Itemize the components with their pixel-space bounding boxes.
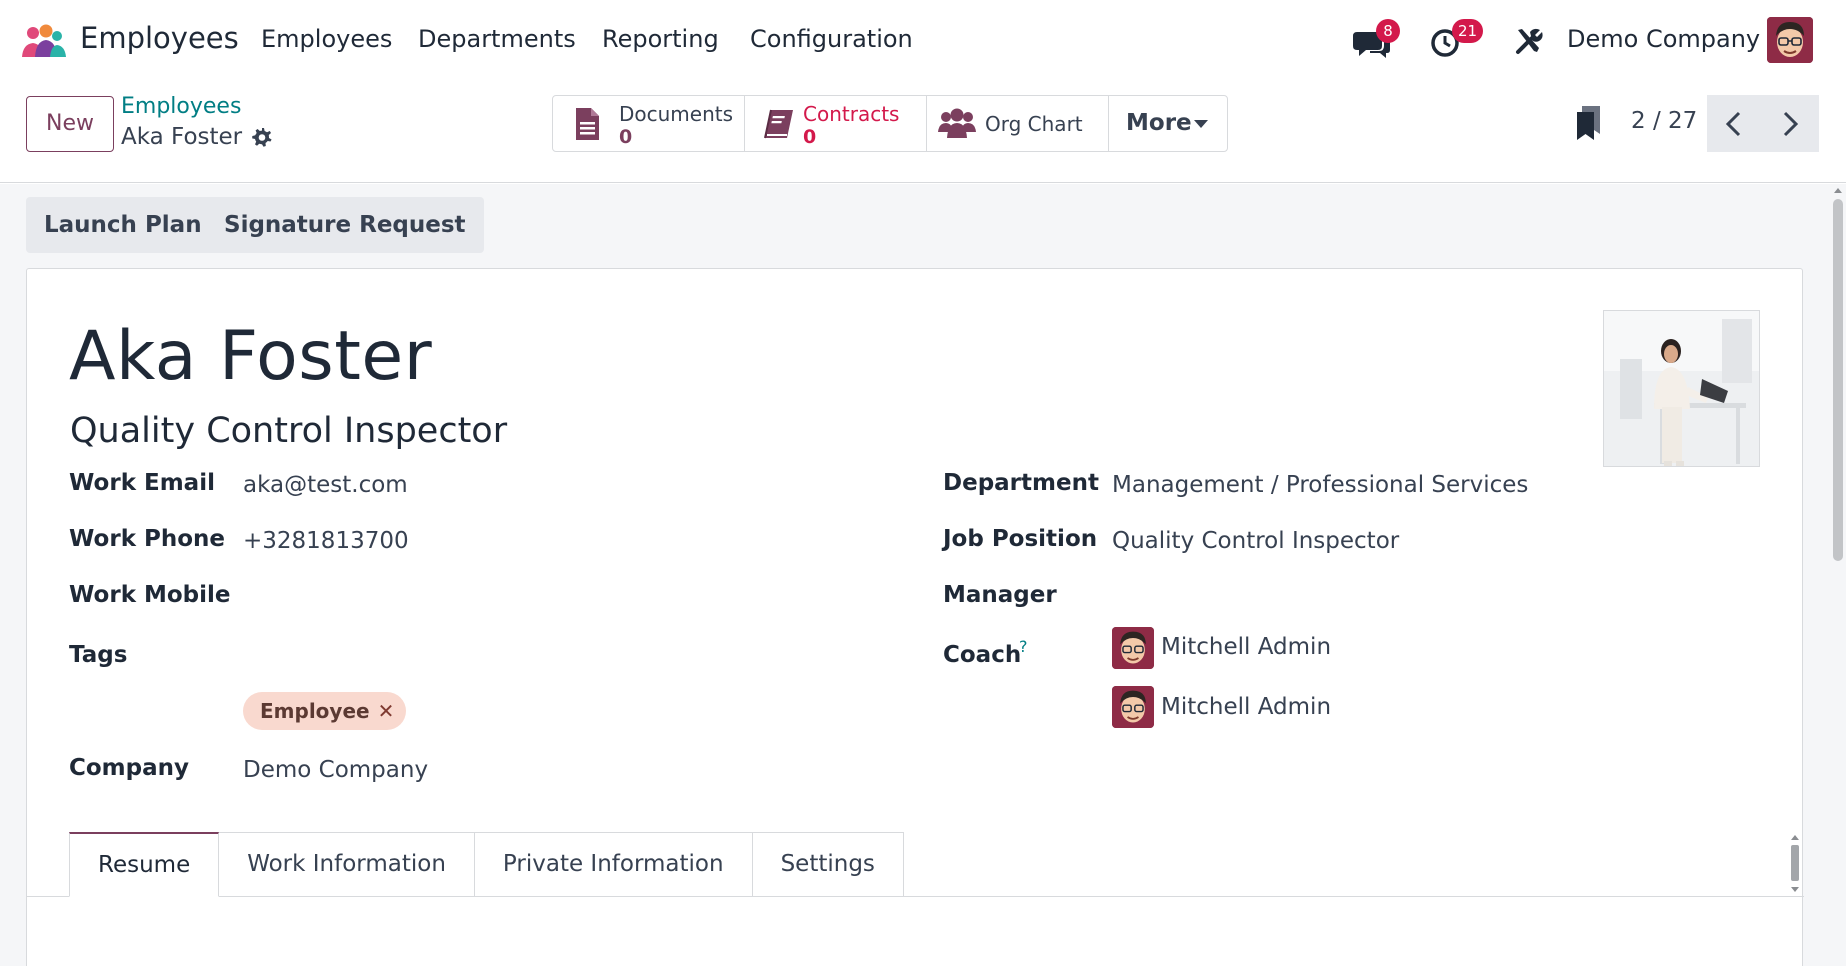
gear-icon[interactable]: [250, 126, 274, 150]
company-label: Company: [69, 755, 189, 781]
documents-count: 0: [619, 126, 633, 148]
employee-photo[interactable]: [1603, 310, 1760, 467]
messages-button[interactable]: 8: [1350, 19, 1400, 60]
caret-down-icon: [1194, 120, 1208, 128]
manager-label: Manager: [943, 582, 1057, 608]
scroll-up-icon[interactable]: [1830, 186, 1846, 196]
page-scrollbar[interactable]: [1830, 184, 1846, 966]
smart-buttons: Documents 0 Contracts 0 Org Chart More: [552, 95, 1228, 152]
contracts-count: 0: [803, 126, 817, 148]
manager-field[interactable]: Mitchell Admin: [1161, 634, 1331, 660]
menu-configuration[interactable]: Configuration: [750, 25, 913, 53]
app-title[interactable]: Employees: [80, 21, 239, 55]
tag-remove-icon[interactable]: ✕: [378, 692, 395, 730]
org-chart-smart-button[interactable]: Org Chart: [927, 96, 1109, 151]
more-label: More: [1126, 110, 1192, 136]
signature-request-button[interactable]: Signature Request: [206, 197, 484, 253]
job-position-field[interactable]: Quality Control Inspector: [1112, 528, 1399, 554]
manager-avatar[interactable]: [1112, 627, 1154, 669]
tab-work-information[interactable]: Work Information: [219, 832, 475, 897]
tools-icon[interactable]: [1514, 26, 1544, 56]
tab-private-information[interactable]: Private Information: [474, 832, 753, 897]
work-email-label: Work Email: [69, 470, 215, 496]
tab-resume[interactable]: Resume: [69, 832, 220, 897]
work-phone-label: Work Phone: [69, 526, 226, 552]
employee-name-field[interactable]: Aka Foster: [69, 317, 432, 396]
menu-reporting[interactable]: Reporting: [602, 25, 719, 53]
breadcrumb-current: Aka Foster: [121, 124, 243, 150]
job-position-label: Job Position: [943, 526, 1098, 552]
pager-value[interactable]: 2 / 27: [1631, 108, 1697, 134]
messages-badge: 8: [1376, 19, 1400, 43]
org-chart-label: Org Chart: [985, 112, 1083, 136]
top-navbar: Employees Employees Departments Reportin…: [0, 0, 1846, 80]
notebook-tabs: Resume Work Information Private Informat…: [69, 832, 904, 897]
contracts-label: Contracts: [803, 102, 900, 126]
department-field[interactable]: Management / Professional Services: [1112, 472, 1528, 498]
book-icon: [764, 109, 793, 139]
employees-app-icon[interactable]: [20, 24, 68, 60]
launch-plan-button[interactable]: Launch Plan: [26, 197, 220, 253]
bookmark-icon[interactable]: [1574, 104, 1606, 142]
employee-form-sheet: Aka Foster Quality Control Inspector Wor…: [26, 268, 1804, 966]
file-text-icon: [576, 108, 599, 140]
department-label: Department: [943, 470, 1099, 496]
documents-smart-button[interactable]: Documents 0: [553, 96, 745, 151]
coach-avatar[interactable]: [1112, 686, 1154, 728]
work-mobile-label: Work Mobile: [69, 582, 231, 608]
coach-help-icon[interactable]: ?: [1019, 637, 1028, 656]
documents-label: Documents: [619, 102, 734, 126]
menu-departments[interactable]: Departments: [418, 25, 576, 53]
work-mobile-field[interactable]: [243, 582, 643, 612]
company-field[interactable]: Demo Company: [243, 757, 428, 783]
work-phone-field[interactable]: +3281813700: [243, 528, 409, 554]
coach-label: Coach: [943, 642, 1022, 668]
pager-next-button[interactable]: [1763, 95, 1819, 152]
chevron-left-icon: [1725, 111, 1741, 137]
chevron-right-icon: [1783, 111, 1799, 137]
users-icon: [938, 108, 976, 138]
more-dropdown[interactable]: More: [1109, 96, 1227, 151]
breadcrumb-parent[interactable]: Employees: [121, 94, 241, 119]
activities-button[interactable]: 21: [1428, 19, 1484, 60]
tab-settings[interactable]: Settings: [752, 832, 904, 897]
user-avatar[interactable]: [1767, 17, 1813, 63]
page-scrollbar-thumb[interactable]: [1833, 199, 1843, 561]
activities-badge: 21: [1452, 19, 1484, 43]
tag-employee-label: Employee: [260, 699, 370, 723]
coach-field[interactable]: Mitchell Admin: [1161, 694, 1331, 720]
contracts-smart-button[interactable]: Contracts 0: [745, 96, 927, 151]
job-title-field[interactable]: Quality Control Inspector: [70, 411, 507, 451]
tag-employee[interactable]: Employee ✕: [243, 692, 407, 730]
company-switcher[interactable]: Demo Company: [1567, 25, 1760, 53]
menu-employees[interactable]: Employees: [261, 25, 392, 53]
pager-previous-button[interactable]: [1707, 95, 1763, 152]
form-view: Launch Plan Signature Request Aka Foster…: [0, 184, 1846, 966]
tabs-scrollbar[interactable]: [1789, 835, 1801, 893]
tags-label: Tags: [69, 642, 128, 668]
new-button[interactable]: New: [26, 96, 114, 152]
work-email-field[interactable]: aka@test.com: [243, 472, 408, 498]
control-panel: New Employees Aka Foster Documents 0 Con…: [0, 80, 1846, 183]
